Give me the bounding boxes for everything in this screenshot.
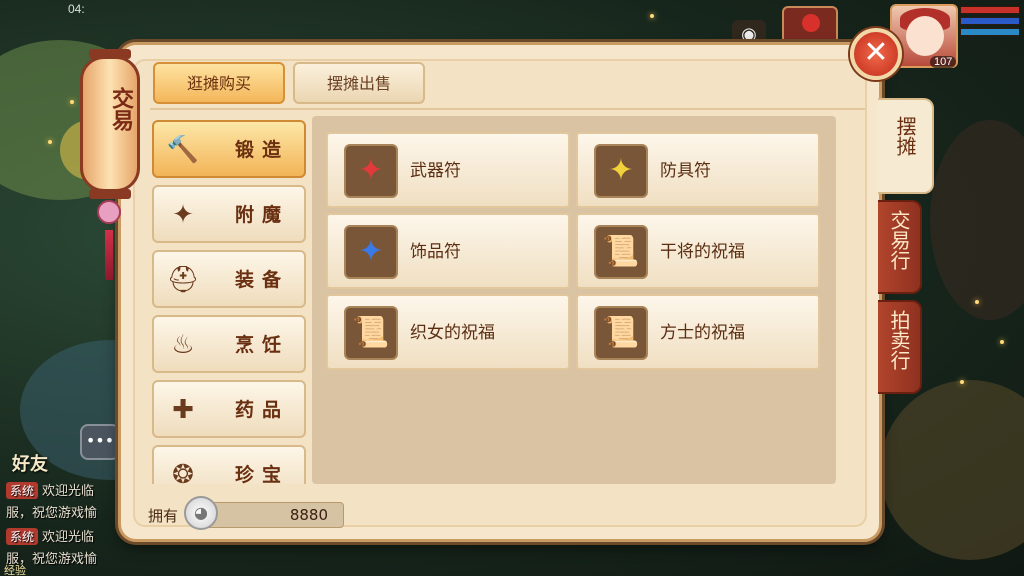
category-label: 珍宝 [234, 464, 289, 484]
hp-bar [960, 6, 1020, 14]
sparkle [960, 380, 964, 384]
blue-rune-icon: ✦ [344, 225, 398, 279]
category-cooking[interactable]: ♨ 烹饪 [152, 315, 306, 373]
item-armor-rune[interactable]: ✦ 防具符 [576, 132, 820, 208]
treasure-icon: ❂ [172, 460, 194, 484]
trade-lantern: 交易 [80, 49, 140, 199]
chat-icon[interactable]: ••• [80, 424, 120, 460]
sparkle [70, 100, 74, 104]
item-zhinv-blessing[interactable]: 📜 织女的祝福 [326, 294, 570, 370]
avatar-face [906, 16, 944, 56]
tassel-fringe [105, 230, 113, 280]
lantern-tassel [97, 200, 121, 300]
chat-text: 欢迎光临 [42, 530, 95, 545]
tassel-knot [97, 200, 121, 224]
close-icon[interactable]: ✕ [850, 28, 902, 80]
category-label: 附魔 [234, 204, 289, 226]
sparkle [650, 14, 654, 18]
chat-text: 服，祝您游戏愉 [6, 506, 98, 521]
silver-coin-icon: ◕ [184, 496, 218, 530]
friend-label[interactable]: 好友 [12, 450, 48, 476]
chat-message: 系统 欢迎光临 [6, 480, 94, 499]
item-weapon-rune[interactable]: ✦ 武器符 [326, 132, 570, 208]
trade-lantern-title: 交易 [108, 87, 133, 131]
category-label: 烹饪 [234, 334, 289, 356]
scene-building [930, 120, 1024, 320]
tab-browse-buy[interactable]: 逛摊购买 [153, 62, 285, 104]
category-medicine[interactable]: ✚ 药品 [152, 380, 306, 438]
item-name: 织女的祝福 [410, 323, 495, 343]
magic-wand-icon: ✦ [172, 200, 194, 230]
chat-tag-system: 系统 [6, 528, 39, 545]
owned-label: 拥有 [148, 507, 179, 525]
yellow-rune-icon: ✦ [594, 144, 648, 198]
hammer-icon: 🔨 [166, 135, 200, 165]
category-list[interactable]: 🔨 锻造 ✦ 附魔 ⛑ 装备 ♨ 烹饪 ✚ 药品 ❂ 珍宝 [148, 116, 312, 484]
exp-label: 经验 [4, 564, 26, 576]
item-ganjiang-blessing[interactable]: 📜 干将的祝福 [576, 213, 820, 289]
item-accessory-rune[interactable]: ✦ 饰品符 [326, 213, 570, 289]
red-scroll-icon: 📜 [594, 225, 648, 279]
category-enchant[interactable]: ✦ 附魔 [152, 185, 306, 243]
item-fangshi-blessing[interactable]: 📜 方士的祝福 [576, 294, 820, 370]
helmet-icon: ⛑ [166, 265, 200, 295]
side-tab-label: 拍卖行 [887, 310, 911, 370]
status-time: 04: [68, 2, 85, 16]
chat-tag-system: 系统 [6, 482, 39, 499]
player-status-bars [960, 6, 1020, 39]
chat-text: 欢迎光临 [42, 484, 95, 499]
item-name: 干将的祝福 [660, 242, 745, 262]
category-forge[interactable]: 🔨 锻造 [152, 120, 306, 178]
item-name: 防具符 [660, 161, 711, 181]
mp-bar [960, 17, 1020, 25]
chat-message: 服，祝您游戏愉 [6, 502, 97, 521]
side-tab-label: 摆摊 [893, 116, 917, 156]
sparkle [975, 300, 979, 304]
player-level: 107 [930, 56, 957, 68]
category-treasure[interactable]: ❂ 珍宝 [152, 445, 306, 484]
medicine-kit-icon: ✚ [172, 395, 194, 425]
item-grid: ✦ 武器符 ✦ 防具符 ✦ 饰品符 📜 干将的祝福 📜 织女的祝福 📜 方士的祝… [312, 116, 836, 484]
category-label: 锻造 [234, 139, 289, 161]
category-label: 装备 [234, 269, 289, 291]
exp-bar [960, 28, 1020, 36]
scene-ground [880, 380, 1024, 560]
sparkle [48, 140, 52, 144]
gold-scroll-icon: 📜 [344, 306, 398, 360]
pet-status-dot [802, 14, 820, 32]
tab-divider [150, 108, 865, 110]
cooking-pot-icon: ♨ [171, 330, 195, 360]
tab-stall-sell[interactable]: 摆摊出售 [293, 62, 425, 104]
blue-scroll-icon: 📜 [594, 306, 648, 360]
side-tab-auction[interactable]: 拍卖行 [878, 300, 922, 394]
red-rune-icon: ✦ [344, 144, 398, 198]
side-tab-stall[interactable]: 摆摊 [878, 98, 934, 194]
sparkle [1000, 340, 1004, 344]
side-tab-label: 交易行 [887, 210, 911, 270]
chat-message: 系统 欢迎光临 [6, 526, 94, 545]
category-label: 药品 [234, 399, 289, 421]
side-tab-exchange[interactable]: 交易行 [878, 200, 922, 294]
currency-value: 8880 [289, 506, 328, 524]
item-name: 武器符 [410, 161, 461, 181]
item-name: 饰品符 [410, 242, 461, 262]
category-equipment[interactable]: ⛑ 装备 [152, 250, 306, 308]
item-name: 方士的祝福 [660, 323, 745, 343]
